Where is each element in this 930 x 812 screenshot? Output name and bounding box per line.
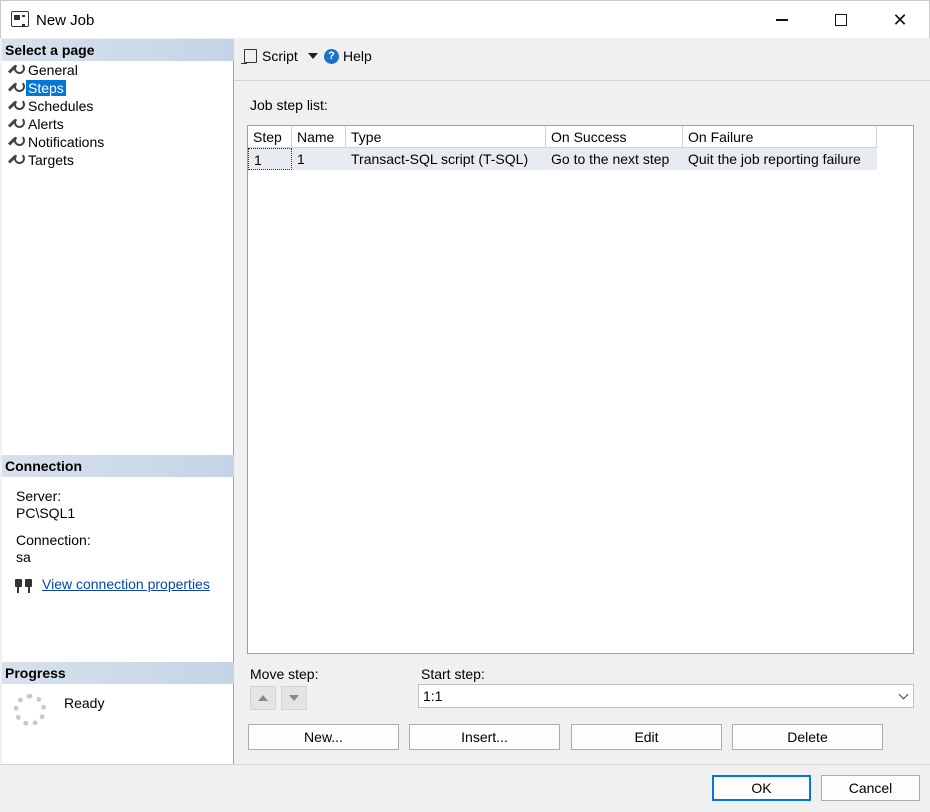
start-step-value: 1:1 [423, 688, 443, 704]
select-page-header: Select a page [2, 39, 234, 61]
script-label: Script [262, 48, 298, 64]
column-header-on-success[interactable]: On Success [546, 126, 683, 148]
column-header-on-failure[interactable]: On Failure [683, 126, 877, 148]
move-step-down-button[interactable] [281, 686, 307, 710]
column-header-type[interactable]: Type [346, 126, 546, 148]
wrench-icon [8, 99, 25, 113]
connection-plug-icon [14, 575, 34, 593]
move-step-up-button[interactable] [250, 686, 276, 710]
arrow-down-icon [289, 695, 299, 701]
sidebar-item-label: Alerts [28, 116, 64, 132]
connection-header: Connection [2, 455, 234, 477]
job-step-list-label: Job step list: [250, 97, 328, 113]
cell-on-success[interactable]: Go to the next step [546, 148, 683, 170]
server-label: Server: [16, 488, 62, 504]
view-connection-row: View connection properties [14, 575, 210, 593]
start-step-label: Start step: [421, 666, 485, 682]
dialog-footer: OK Cancel [0, 764, 930, 812]
progress-status: Ready [64, 695, 105, 711]
title-bar: New Job ✕ [0, 0, 930, 38]
wrench-icon [8, 135, 25, 149]
sidebar-item-label: General [28, 62, 78, 78]
minimize-button[interactable] [753, 1, 811, 39]
new-step-button[interactable]: New... [248, 724, 399, 750]
edit-step-button[interactable]: Edit [571, 724, 722, 750]
delete-step-button[interactable]: Delete [732, 724, 883, 750]
server-value: PC\SQL1 [16, 505, 76, 521]
sidebar-item-steps[interactable]: Steps [8, 79, 106, 97]
cell-step[interactable]: 1 [248, 148, 292, 170]
grid-header: Step Name Type On Success On Failure [248, 126, 877, 148]
sidebar-item-label: Targets [28, 152, 74, 168]
connection-label: Connection: [16, 532, 91, 548]
help-button[interactable]: ? Help [324, 48, 372, 64]
column-header-step[interactable]: Step [248, 126, 292, 148]
chevron-down-icon[interactable] [307, 53, 318, 59]
maximize-button[interactable] [812, 1, 870, 39]
toolbar: Script ? Help [234, 39, 930, 81]
maximize-icon [835, 14, 847, 26]
sidebar-item-notifications[interactable]: Notifications [8, 133, 106, 151]
insert-step-button[interactable]: Insert... [409, 724, 560, 750]
wrench-icon [8, 81, 25, 95]
sidebar-item-alerts[interactable]: Alerts [8, 115, 106, 133]
progress-header: Progress [2, 662, 234, 684]
wrench-icon [8, 117, 25, 131]
wrench-icon [8, 153, 25, 167]
script-button[interactable]: Script [241, 48, 318, 64]
column-header-name[interactable]: Name [292, 126, 346, 148]
left-panel: Select a page General Steps Schedules Al… [2, 39, 234, 764]
view-connection-properties-link[interactable]: View connection properties [42, 576, 210, 592]
help-label: Help [343, 48, 372, 64]
sidebar-item-label: Steps [26, 80, 66, 96]
sidebar-item-label: Notifications [28, 134, 105, 150]
job-step-grid[interactable]: Step Name Type On Success On Failure 1 1… [247, 125, 914, 654]
minimize-icon [776, 19, 788, 21]
wrench-icon [8, 63, 25, 77]
cell-on-failure[interactable]: Quit the job reporting failure [683, 148, 877, 170]
page-list: General Steps Schedules Alerts Notificat… [8, 61, 106, 169]
ok-button[interactable]: OK [712, 775, 811, 801]
cell-name[interactable]: 1 [292, 148, 346, 170]
sidebar-item-schedules[interactable]: Schedules [8, 97, 106, 115]
connection-value: sa [16, 549, 31, 565]
chevron-down-icon [898, 689, 909, 700]
close-button[interactable]: ✕ [871, 1, 929, 39]
script-icon [241, 49, 257, 64]
cancel-button[interactable]: Cancel [821, 775, 920, 801]
window-title: New Job [36, 12, 95, 29]
progress-spinner-icon [14, 694, 46, 726]
arrow-up-icon [258, 695, 268, 701]
table-row[interactable]: 1 1 Transact-SQL script (T-SQL) Go to th… [248, 148, 877, 170]
sidebar-item-label: Schedules [28, 98, 94, 114]
job-window-icon [11, 11, 29, 27]
close-icon: ✕ [892, 9, 908, 30]
sidebar-item-targets[interactable]: Targets [8, 151, 106, 169]
help-icon: ? [324, 48, 339, 64]
start-step-select[interactable]: 1:1 [418, 684, 914, 708]
move-step-label: Move step: [250, 666, 319, 682]
main-content: Job step list: Step Name Type On Success… [234, 82, 930, 764]
sidebar-item-general[interactable]: General [8, 61, 106, 79]
cell-type[interactable]: Transact-SQL script (T-SQL) [346, 148, 546, 170]
